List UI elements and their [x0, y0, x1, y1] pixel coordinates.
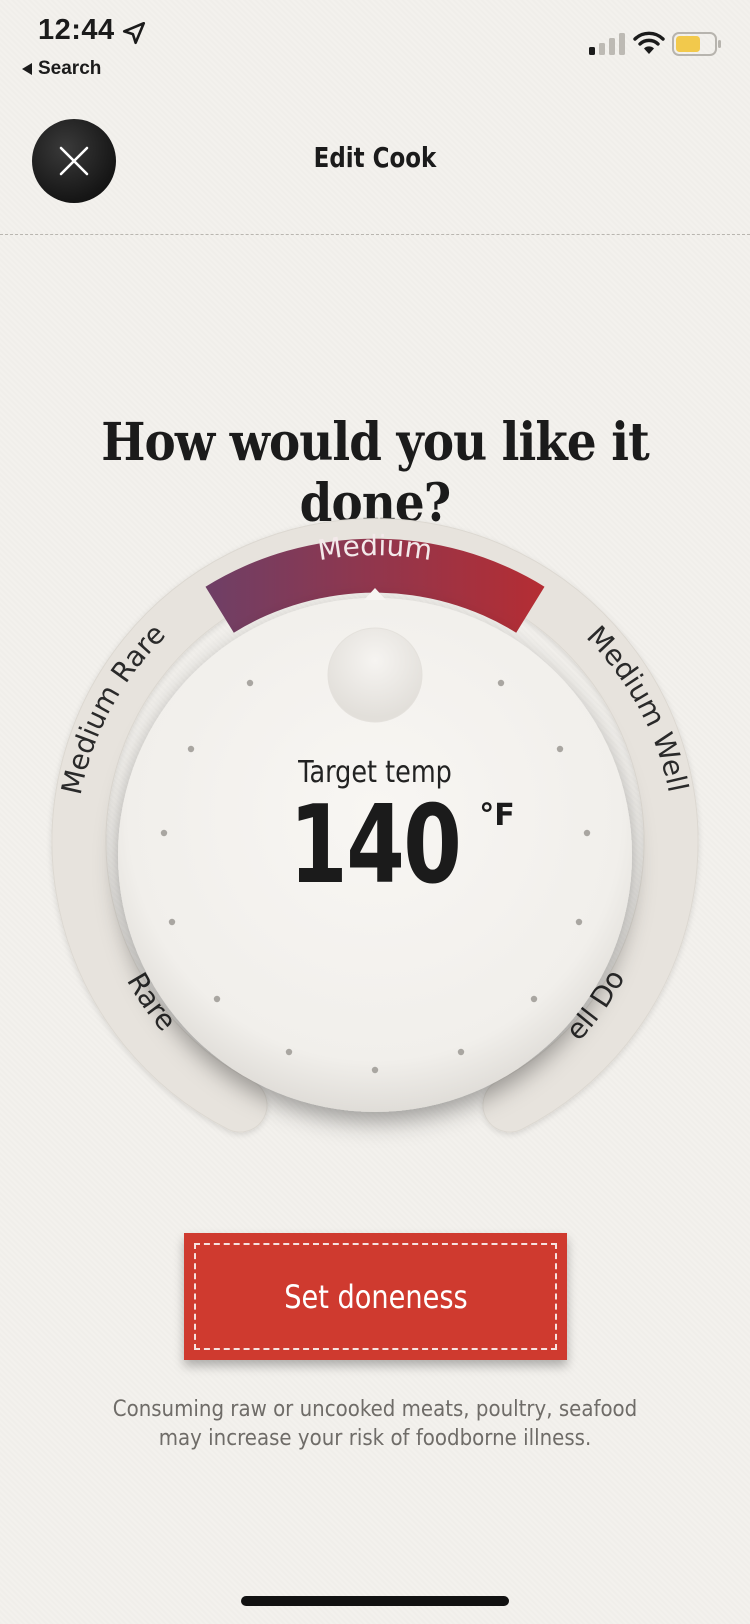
- cellular-signal-icon: [589, 33, 625, 55]
- back-link-label: Search: [38, 58, 102, 79]
- food-safety-disclaimer: Consuming raw or uncooked meats, poultry…: [112, 1397, 638, 1451]
- doneness-dial[interactable]: Medium Rare Medium Medium Well Rare Well…: [0, 0, 750, 1624]
- doneness-question: How would you like it done?: [101, 412, 650, 534]
- set-doneness-button-border: Set doneness: [194, 1243, 557, 1350]
- battery-icon: [672, 32, 721, 56]
- back-to-search-link[interactable]: Search: [22, 58, 101, 80]
- knob-grip-dimple[interactable]: [327, 627, 423, 723]
- home-indicator[interactable]: [241, 1596, 509, 1606]
- location-arrow-icon: [122, 21, 146, 45]
- back-arrow-icon: [22, 63, 32, 75]
- set-doneness-button[interactable]: Set doneness: [184, 1233, 567, 1360]
- page-title: Edit Cook: [313, 141, 437, 174]
- wifi-icon: [633, 31, 665, 54]
- header-divider: [0, 234, 750, 235]
- dial-option-medium[interactable]: Medium: [315, 529, 434, 567]
- status-time: 12:44: [38, 14, 115, 46]
- set-doneness-button-label: Set doneness: [283, 1277, 468, 1316]
- status-bar: 12:44 Search: [0, 0, 750, 90]
